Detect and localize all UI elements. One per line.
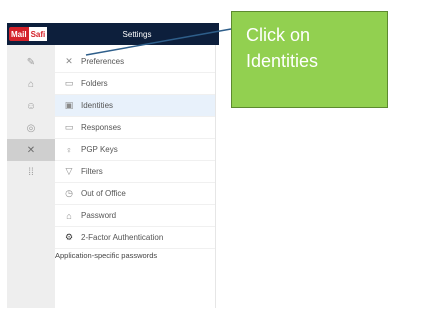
instruction-callout: Click on Identities	[231, 11, 388, 108]
